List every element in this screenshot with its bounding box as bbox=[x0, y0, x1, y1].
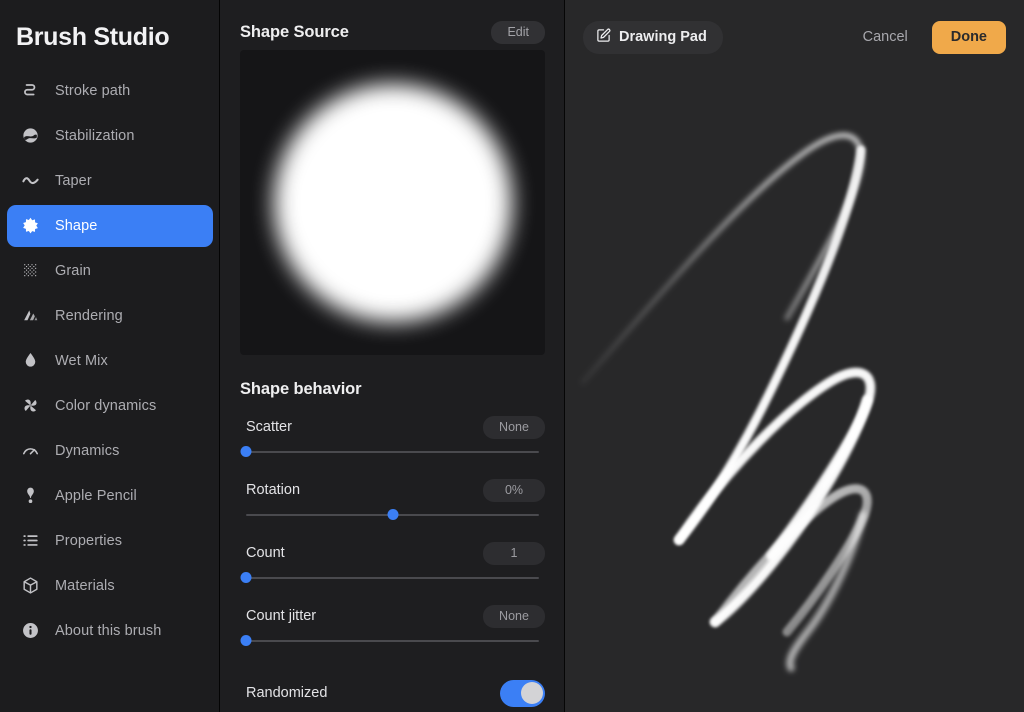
rotation-slider[interactable] bbox=[240, 505, 545, 525]
canvas-toolbar: Drawing Pad Cancel Done bbox=[565, 0, 1024, 74]
shape-behavior-title: Shape behavior bbox=[240, 380, 362, 398]
control-label: Count jitter bbox=[246, 608, 317, 624]
compose-icon bbox=[596, 28, 611, 46]
app-title: Brush Studio bbox=[16, 23, 170, 51]
sidebar-nav: Stroke path Stabilization Taper Shape Gra… bbox=[0, 70, 220, 652]
apple-pencil-icon bbox=[18, 484, 42, 508]
brush-studio-window: Brush Studio Stroke path Stabilization T… bbox=[0, 0, 1024, 712]
shape-source-header: Shape Source Edit bbox=[240, 0, 545, 44]
sidebar-item-label: Apple Pencil bbox=[55, 487, 137, 504]
scatter-value[interactable]: None bbox=[483, 415, 545, 439]
control-row-count-jitter: Count jitter None bbox=[240, 604, 545, 628]
sidebar: Brush Studio Stroke path Stabilization T… bbox=[0, 0, 220, 712]
sidebar-item-taper[interactable]: Taper bbox=[7, 160, 213, 202]
sidebar-item-stroke-path[interactable]: Stroke path bbox=[7, 70, 213, 112]
randomized-switch[interactable] bbox=[500, 679, 545, 707]
stroke-path-icon bbox=[18, 79, 42, 103]
control-count-jitter: Count jitter None bbox=[240, 604, 545, 651]
shape-icon bbox=[18, 214, 42, 238]
scatter-slider[interactable] bbox=[240, 442, 545, 462]
toggle-row-randomized: Randomized bbox=[240, 677, 545, 709]
shape-source-title: Shape Source bbox=[240, 22, 349, 41]
sidebar-item-label: Wet Mix bbox=[55, 352, 108, 369]
sidebar-item-label: Color dynamics bbox=[55, 397, 157, 414]
sidebar-item-label: About this brush bbox=[55, 622, 162, 639]
control-row-count: Count 1 bbox=[240, 541, 545, 565]
rendering-icon bbox=[18, 304, 42, 328]
color-dynamics-icon bbox=[18, 394, 42, 418]
slider-thumb[interactable] bbox=[240, 635, 252, 646]
properties-icon bbox=[18, 529, 42, 553]
sidebar-item-label: Taper bbox=[55, 172, 92, 189]
rotation-value[interactable]: 0% bbox=[483, 478, 545, 502]
brush-stroke-preview bbox=[565, 0, 1024, 712]
count-slider[interactable] bbox=[240, 568, 545, 588]
sidebar-item-label: Stabilization bbox=[55, 127, 135, 144]
sidebar-item-label: Rendering bbox=[55, 307, 123, 324]
info-icon bbox=[18, 619, 42, 643]
control-label: Scatter bbox=[246, 419, 292, 435]
sidebar-item-stabilization[interactable]: Stabilization bbox=[7, 115, 213, 157]
control-label: Rotation bbox=[246, 482, 301, 498]
sidebar-item-color-dynamics[interactable]: Color dynamics bbox=[7, 385, 213, 427]
count-jitter-slider[interactable] bbox=[240, 631, 545, 651]
dynamics-icon bbox=[18, 439, 42, 463]
wet-mix-icon bbox=[18, 349, 42, 373]
shape-behavior-toggles: Randomized Azimuth bbox=[240, 677, 545, 712]
sidebar-item-apple-pencil[interactable]: Apple Pencil bbox=[7, 475, 213, 517]
sidebar-item-label: Shape bbox=[55, 217, 98, 234]
toggle-label: Randomized bbox=[246, 685, 328, 701]
sidebar-item-materials[interactable]: Materials bbox=[7, 565, 213, 607]
taper-icon bbox=[18, 169, 42, 193]
sidebar-item-label: Stroke path bbox=[55, 82, 131, 99]
control-label: Count bbox=[246, 545, 285, 561]
materials-icon bbox=[18, 574, 42, 598]
switch-knob bbox=[520, 682, 543, 704]
slider-track bbox=[246, 577, 539, 579]
shape-source-blob bbox=[273, 83, 512, 322]
sidebar-item-rendering[interactable]: Rendering bbox=[7, 295, 213, 337]
done-button[interactable]: Done bbox=[931, 20, 1006, 54]
sidebar-item-grain[interactable]: Grain bbox=[7, 250, 213, 292]
slider-thumb[interactable] bbox=[240, 572, 252, 583]
slider-thumb[interactable] bbox=[240, 446, 252, 457]
control-row-rotation: Rotation 0% bbox=[240, 478, 545, 502]
sidebar-item-label: Materials bbox=[55, 577, 115, 594]
sidebar-item-properties[interactable]: Properties bbox=[7, 520, 213, 562]
slider-track bbox=[246, 640, 539, 642]
sidebar-item-label: Properties bbox=[55, 532, 123, 549]
shape-behavior-controls: Scatter None Rotation 0% Count 1 Count j… bbox=[240, 415, 545, 651]
sidebar-item-label: Dynamics bbox=[55, 442, 120, 459]
sidebar-item-dynamics[interactable]: Dynamics bbox=[7, 430, 213, 472]
edit-shape-button[interactable]: Edit bbox=[491, 20, 545, 44]
drawing-pad-label: Drawing Pad bbox=[619, 28, 707, 45]
cancel-button[interactable]: Cancel bbox=[853, 23, 918, 51]
shape-source-preview[interactable] bbox=[240, 50, 545, 355]
brush-preview-canvas[interactable]: Drawing Pad Cancel Done bbox=[565, 0, 1024, 712]
sidebar-item-label: Grain bbox=[55, 262, 91, 279]
sidebar-item-shape[interactable]: Shape bbox=[7, 204, 213, 247]
slider-thumb[interactable] bbox=[387, 509, 398, 520]
stabilization-icon bbox=[18, 124, 42, 148]
control-rotation: Rotation 0% bbox=[240, 478, 545, 525]
control-scatter: Scatter None bbox=[240, 415, 545, 462]
sidebar-item-wet-mix[interactable]: Wet Mix bbox=[7, 340, 213, 382]
control-row-scatter: Scatter None bbox=[240, 415, 545, 439]
control-count: Count 1 bbox=[240, 541, 545, 588]
count-jitter-value[interactable]: None bbox=[483, 604, 545, 628]
drawing-pad-button[interactable]: Drawing Pad bbox=[583, 20, 723, 54]
slider-track bbox=[246, 451, 539, 453]
grain-icon bbox=[18, 259, 42, 283]
count-value[interactable]: 1 bbox=[483, 541, 545, 565]
sidebar-item-about-this-brush[interactable]: About this brush bbox=[7, 610, 213, 652]
shape-settings-panel: Shape Source Edit Shape behavior Scatter… bbox=[220, 0, 565, 712]
